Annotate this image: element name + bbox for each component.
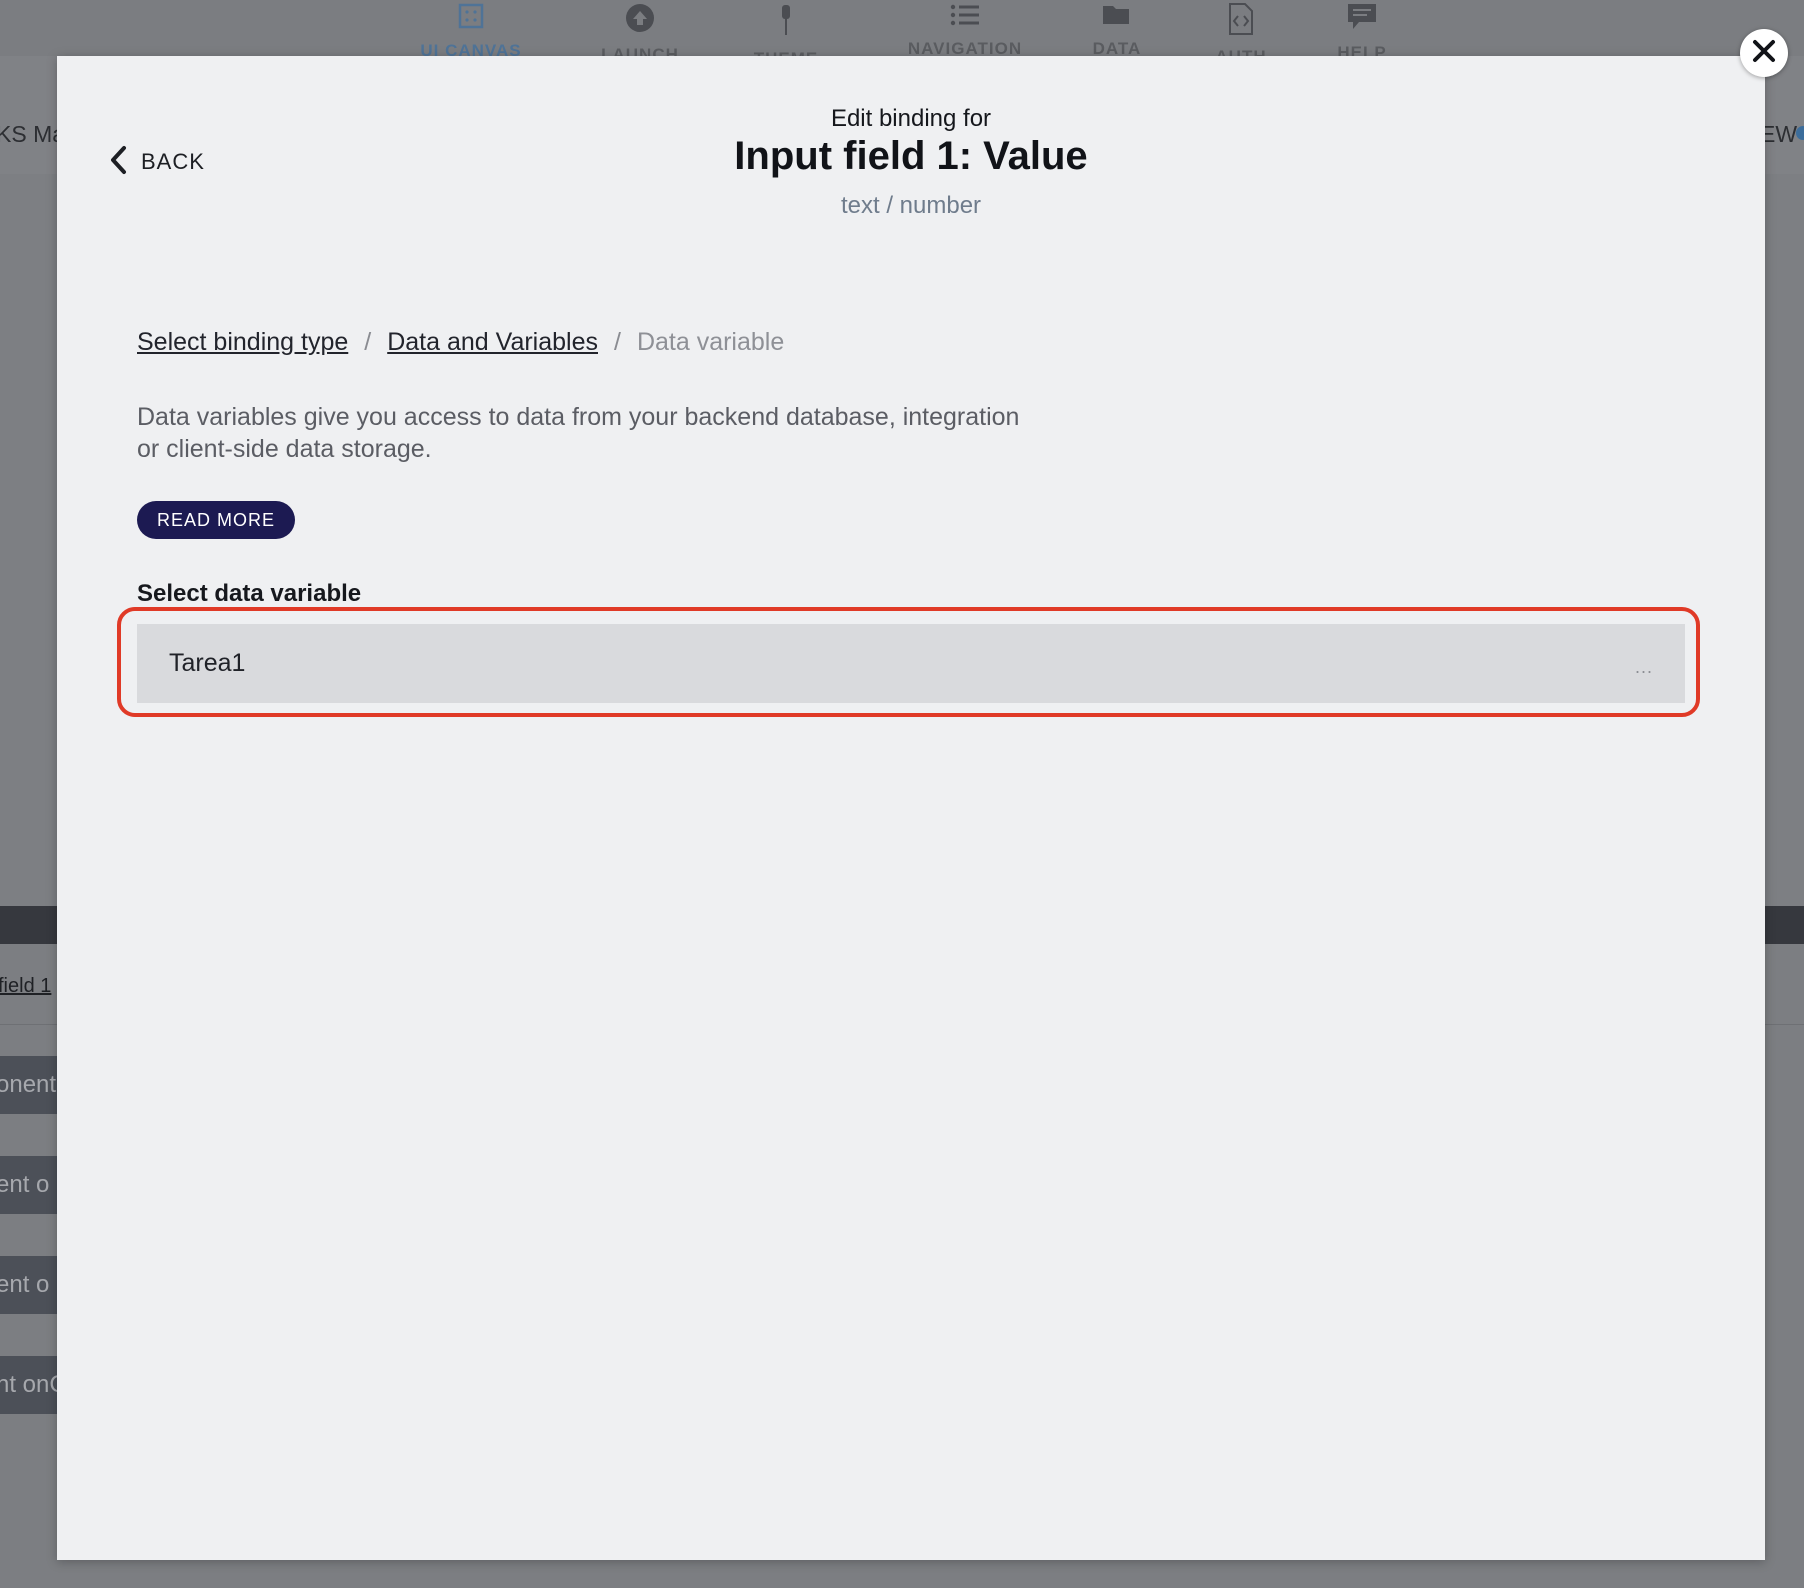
data-variable-select[interactable]: Tarea1 ...: [137, 624, 1685, 703]
top-navigation-bar: UI CANVAS LAUNCH THEME NAVIGATION DATA A…: [0, 0, 1804, 68]
description-text: Data variables give you access to data f…: [137, 403, 1020, 463]
breadcrumb-separator: /: [364, 328, 372, 356]
preview-toggle[interactable]: [1796, 126, 1804, 140]
list-icon: [948, 3, 982, 27]
code-file-icon: [1224, 3, 1258, 35]
breadcrumb-current: Data variable: [636, 328, 785, 356]
nav-theme[interactable]: THEME: [726, 0, 846, 68]
brush-icon: [769, 3, 803, 37]
page-name: KS Ma: [0, 121, 66, 147]
more-options-icon[interactable]: ...: [1635, 628, 1653, 707]
nav-help[interactable]: HELP: [1302, 0, 1422, 62]
selected-variable-value: Tarea1: [169, 649, 246, 677]
nav-ui-canvas[interactable]: UI CANVAS: [411, 0, 531, 60]
canvas-icon: [454, 3, 488, 29]
nav-launch[interactable]: LAUNCH: [580, 0, 700, 64]
breadcrumb: Select binding type / Data and Variables…: [137, 328, 784, 357]
binding-type-subtitle: text / number: [840, 192, 982, 219]
edit-binding-modal: BACK Edit binding for Input field 1: Val…: [57, 56, 1765, 1560]
header-caption: Edit binding for: [830, 105, 992, 132]
folder-icon: [1100, 3, 1134, 27]
nav-auth[interactable]: AUTH: [1181, 0, 1301, 66]
upload-icon: [623, 3, 657, 33]
read-more-button[interactable]: READ MORE: [137, 501, 296, 539]
nav-navigation[interactable]: NAVIGATION: [895, 0, 1035, 58]
breadcrumb-data-and-variables[interactable]: Data and Variables: [387, 328, 598, 357]
nav-data[interactable]: DATA: [1057, 0, 1177, 58]
page-title: Input field 1: Value: [734, 134, 1088, 178]
breadcrumb-separator: /: [614, 328, 621, 356]
close-button[interactable]: [1740, 29, 1788, 77]
chat-icon: [1345, 3, 1379, 31]
preview-label[interactable]: EW: [1760, 121, 1797, 148]
breadcrumb-select-binding-type[interactable]: Select binding type: [137, 328, 348, 357]
close-icon: [1752, 39, 1776, 68]
select-data-variable-label: Select data variable: [137, 580, 362, 607]
component-link[interactable]: field 1: [0, 975, 51, 998]
